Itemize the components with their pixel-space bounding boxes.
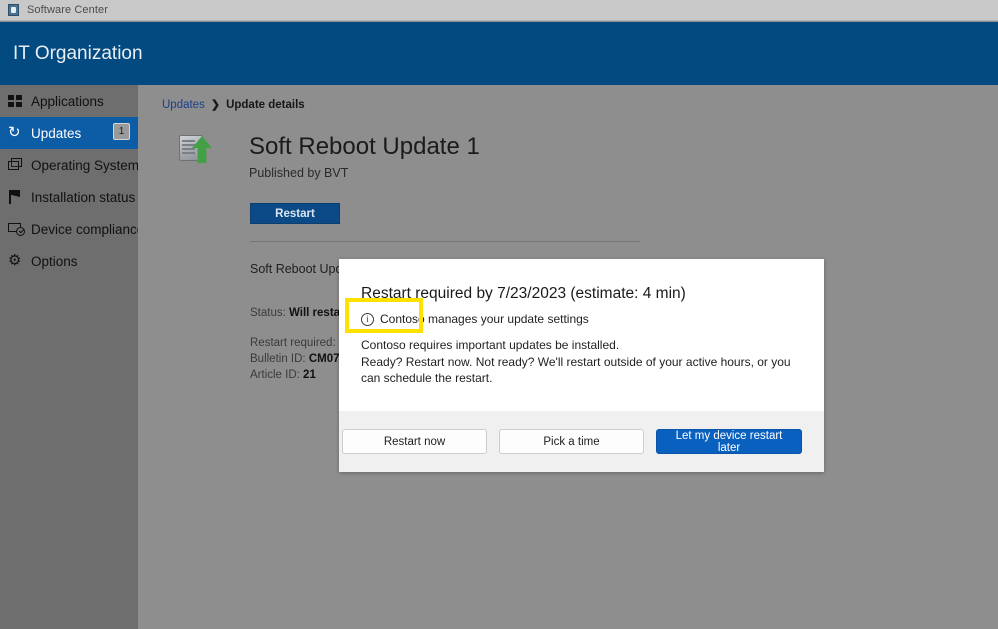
dialog-body: Restart required by 7/23/2023 (estimate:… xyxy=(339,259,824,411)
dialog-management-note: i Contoso manages your update settings xyxy=(361,312,802,326)
sidebar-navigation: Applications ↻ Updates 1 Operating Syste… xyxy=(0,85,146,629)
sidebar-item-installation-status[interactable]: Installation status xyxy=(0,181,138,213)
article-id-label: Article ID: xyxy=(250,369,300,381)
pick-a-time-button[interactable]: Pick a time xyxy=(499,429,644,454)
update-detail-heading: Soft Reboot Upda xyxy=(250,262,350,276)
device-compliance-icon xyxy=(8,221,25,237)
bulletin-id-label: Bulletin ID: xyxy=(250,353,306,365)
sidebar-item-label: Device compliance xyxy=(31,221,145,237)
restart-button[interactable]: Restart xyxy=(250,203,340,224)
dialog-footer: Restart now Pick a time Let my device re… xyxy=(339,411,824,472)
dialog-title: Restart required by 7/23/2023 (estimate:… xyxy=(361,285,686,302)
brand-title: IT Organization xyxy=(13,42,143,64)
sidebar-item-updates[interactable]: ↻ Updates 1 xyxy=(0,117,138,149)
sidebar-item-label: Updates xyxy=(31,125,82,141)
dialog-body-line-1: Contoso requires important updates be in… xyxy=(361,338,620,352)
flag-icon xyxy=(8,189,25,205)
sidebar-item-operating-systems[interactable]: Operating Systems xyxy=(0,149,146,181)
sidebar-item-applications[interactable]: Applications xyxy=(0,85,138,117)
software-update-package-icon xyxy=(179,133,215,167)
sidebar-item-device-compliance[interactable]: Device compliance xyxy=(0,213,144,245)
dialog-note-text: Contoso manages your update settings xyxy=(380,312,589,326)
breadcrumb-link-updates[interactable]: Updates xyxy=(162,99,205,111)
article-id-value: 21 xyxy=(303,369,316,381)
sidebar-item-options[interactable]: ⚙ Options xyxy=(0,245,138,277)
restart-required-label: Restart required: xyxy=(250,337,336,349)
restart-required-dialog: Restart required by 7/23/2023 (estimate:… xyxy=(339,259,824,472)
restart-now-button[interactable]: Restart now xyxy=(342,429,487,454)
updates-count-badge: 1 xyxy=(113,123,130,140)
page-title: Soft Reboot Update 1 xyxy=(249,133,480,160)
info-icon: i xyxy=(361,312,374,326)
sidebar-item-label: Operating Systems xyxy=(31,157,146,173)
applications-icon xyxy=(8,93,25,109)
updates-refresh-icon: ↻ xyxy=(8,124,21,141)
sidebar-item-label: Applications xyxy=(31,93,104,109)
window-title: Software Center xyxy=(27,4,108,16)
gear-icon: ⚙ xyxy=(8,252,22,269)
window-title-bar: Software Center xyxy=(0,0,998,21)
update-publisher: Published by BVT xyxy=(249,166,349,180)
sidebar-item-label: Installation status xyxy=(31,189,136,205)
dialog-body-text: Contoso requires important updates be in… xyxy=(361,337,802,387)
brand-header: IT Organization xyxy=(0,22,998,85)
let-my-device-restart-later-button[interactable]: Let my device restart later xyxy=(656,429,802,454)
breadcrumb: Updates ❯ Update details xyxy=(162,98,305,112)
software-center-icon xyxy=(7,3,20,17)
operating-systems-icon xyxy=(8,157,25,173)
breadcrumb-separator-icon: ❯ xyxy=(210,99,221,111)
update-status-label: Status: xyxy=(250,307,286,319)
dialog-body-line-2: Ready? Restart now. Not ready? We'll res… xyxy=(361,354,791,386)
sidebar-item-label: Options xyxy=(31,253,78,269)
content-divider xyxy=(250,241,640,242)
breadcrumb-current: Update details xyxy=(226,98,305,111)
